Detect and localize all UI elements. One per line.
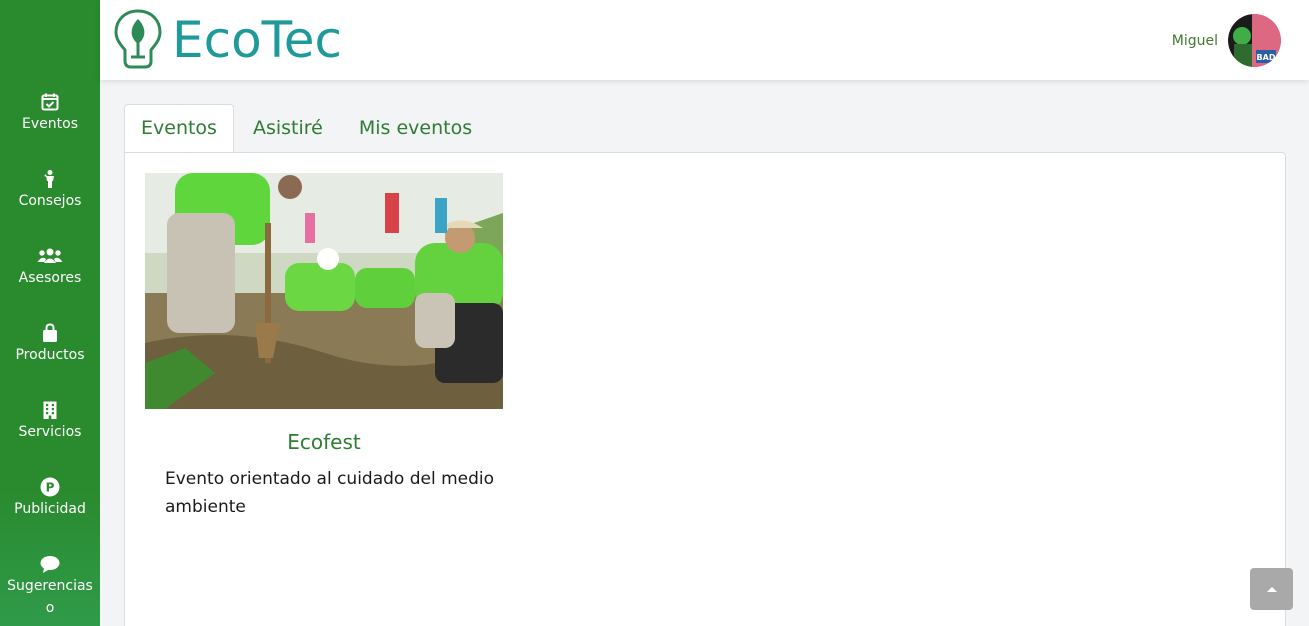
header: EcoTec Miguel BAD <box>100 0 1309 80</box>
scroll-to-top-button[interactable] <box>1250 568 1293 610</box>
comment-icon <box>40 554 60 574</box>
p-circle-icon: P <box>40 477 60 497</box>
sidebar-item-consejos[interactable]: Consejos <box>0 169 100 212</box>
sidebar-item-sugerencias[interactable]: Sugerencias o <box>0 554 100 619</box>
logo[interactable]: EcoTec <box>114 8 342 72</box>
users-icon <box>37 246 63 266</box>
sidebar-item-label: Eventos <box>22 116 78 132</box>
sidebar-item-label: Asesores <box>18 270 82 286</box>
event-card[interactable]: Ecofest Evento orientado al cuidado del … <box>145 173 503 521</box>
sidebar-item-servicios[interactable]: Servicios <box>0 400 100 443</box>
chevron-up-icon <box>1266 587 1277 592</box>
sidebar-item-publicidad[interactable]: P Publicidad <box>0 477 100 520</box>
sidebar-item-label: Publicidad <box>14 501 86 517</box>
tab-bar: Eventos Asistiré Mis eventos <box>124 104 489 152</box>
calendar-check-icon <box>40 92 60 112</box>
sidebar-item-asesores[interactable]: Asesores <box>0 246 100 289</box>
events-panel: Ecofest Evento orientado al cuidado del … <box>124 152 1286 626</box>
svg-text:P: P <box>46 481 55 495</box>
sidebar-item-label: Consejos <box>18 193 82 209</box>
building-icon <box>40 400 60 420</box>
user-name: Miguel <box>1171 32 1218 49</box>
sidebar-item-label: Sugerencias o <box>7 578 93 616</box>
tab-eventos[interactable]: Eventos <box>124 104 234 152</box>
sidebar-item-eventos[interactable]: Eventos <box>0 92 100 135</box>
shopping-bag-icon <box>40 323 60 343</box>
sidebar-item-label: Productos <box>15 347 85 363</box>
tab-mis-eventos[interactable]: Mis eventos <box>342 104 489 152</box>
tab-asistire[interactable]: Asistiré <box>236 104 340 152</box>
user-menu[interactable]: Miguel BAD <box>1172 14 1281 67</box>
event-title[interactable]: Ecofest <box>145 429 503 455</box>
event-image[interactable] <box>145 173 503 409</box>
sidebar: Eventos Consejos Asesores Productos Serv… <box>0 0 100 626</box>
sidebar-item-productos[interactable]: Productos <box>0 323 100 366</box>
svg-text:BAD: BAD <box>1257 53 1276 62</box>
person-icon <box>40 169 60 189</box>
logo-text: EcoTec <box>172 11 342 69</box>
event-description: Evento orientado al cuidado del medio am… <box>165 469 495 517</box>
avatar[interactable]: BAD <box>1228 14 1281 67</box>
lightbulb-leaf-icon <box>114 9 162 69</box>
sidebar-item-label: Servicios <box>18 424 82 440</box>
